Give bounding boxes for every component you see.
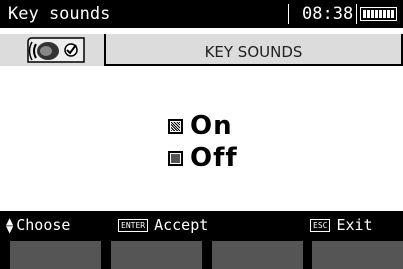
softkey-1[interactable] [10,241,101,269]
option-label: Off [190,143,238,173]
hint-exit: ESC Exit [310,216,373,234]
softkey-row [0,241,403,269]
softkey-2[interactable] [111,241,202,269]
status-divider [356,4,357,24]
footer-hints: ▲ ▼ Choose ENTER Accept ESC Exit [0,211,403,239]
checkbox-unchecked-icon[interactable] [168,150,183,166]
softkey-4[interactable] [312,241,403,269]
status-divider [288,4,289,24]
hint-choose: ▲ ▼ Choose [6,214,71,236]
option-off[interactable]: Off [168,143,238,173]
esc-key-icon: ESC [310,218,331,232]
tab-edge [104,34,106,66]
tab-underline [104,64,401,66]
option-label: On [190,111,233,141]
softkey-3[interactable] [212,241,303,269]
header: KEY SOUNDS [0,28,403,70]
checkbox-checked-icon[interactable] [168,118,183,134]
option-on[interactable]: On [168,111,233,141]
up-down-arrows-icon: ▲ ▼ [6,214,14,236]
battery-icon [360,7,397,21]
screen-title: Key sounds [8,4,111,24]
hint-accept: ENTER Accept [118,216,208,234]
clock: 08:38 [302,4,354,24]
exit-label: Exit [336,216,373,234]
status-bar: Key sounds 08:38 [0,0,403,28]
device-screen: Key sounds 08:38 KEY SOUNDS On Off ▲ ▼ C… [0,0,403,269]
accept-label: Accept [154,216,209,234]
tab-key-sounds[interactable]: KEY SOUNDS [108,43,399,61]
enter-key-icon: ENTER [118,218,149,232]
choose-label: Choose [16,216,71,234]
speaker-check-icon [27,37,85,63]
options-panel: On Off [0,70,403,213]
